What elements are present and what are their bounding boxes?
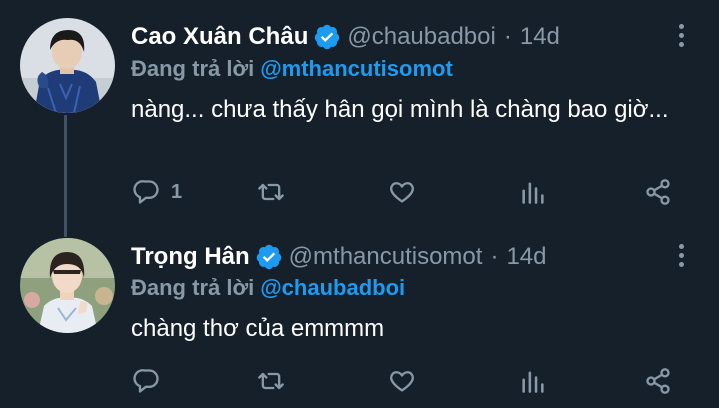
- retweet-icon: [258, 183, 284, 201]
- analytics-icon: [522, 182, 544, 204]
- reply-button[interactable]: [133, 365, 171, 397]
- like-button[interactable]: [388, 365, 416, 397]
- reply-count: 1: [171, 180, 183, 203]
- reply-thread: Cao Xuân Châu @chaubadboi · 14d Đang trả…: [0, 0, 719, 408]
- separator-dot: ·: [503, 23, 512, 50]
- tweet-actions: [131, 365, 691, 397]
- analytics-button[interactable]: [519, 365, 547, 397]
- more-icon[interactable]: [676, 24, 686, 50]
- replying-to-label: Đang trả lời: [131, 56, 255, 81]
- like-button[interactable]: [388, 176, 416, 208]
- share-button[interactable]: [644, 365, 672, 397]
- display-name[interactable]: Cao Xuân Châu: [131, 23, 308, 51]
- share-button[interactable]: [644, 176, 672, 208]
- like-icon: [390, 371, 414, 392]
- replying-to: Đang trả lời @mthancutisomot: [131, 56, 453, 84]
- analytics-icon: [522, 371, 544, 393]
- verified-badge-icon: [255, 243, 283, 271]
- tweet-header: Cao Xuân Châu @chaubadboi · 14d: [131, 22, 560, 52]
- like-icon: [390, 182, 414, 203]
- tweet-text: chàng thơ của emmmm: [131, 315, 385, 342]
- avatar[interactable]: [20, 18, 115, 113]
- separator-dot: ·: [490, 243, 499, 270]
- share-icon: [646, 179, 670, 205]
- tweet-text: nàng... chưa thấy hân gọi mình là chàng …: [131, 96, 669, 123]
- replying-to-label: Đang trả lời: [131, 275, 255, 300]
- user-handle[interactable]: @chaubadboi: [347, 23, 495, 51]
- retweet-button[interactable]: [257, 365, 285, 397]
- reply-icon: [133, 180, 159, 204]
- reply-button[interactable]: 1: [133, 176, 182, 208]
- tweet[interactable]: Cao Xuân Châu @chaubadboi · 14d Đang trả…: [0, 0, 719, 225]
- retweet-button[interactable]: [257, 176, 285, 208]
- replying-to: Đang trả lời @chaubadboi: [131, 275, 405, 303]
- verified-badge-icon: [313, 23, 341, 51]
- reply-icon: [133, 369, 159, 393]
- avatar[interactable]: [20, 238, 115, 333]
- tweet-actions: 1: [131, 176, 691, 208]
- share-icon: [646, 368, 670, 394]
- tweet-header: Trọng Hân @mthancutisomot · 14d: [131, 242, 547, 272]
- display-name[interactable]: Trọng Hân: [131, 243, 250, 271]
- retweet-icon: [258, 372, 284, 390]
- user-handle[interactable]: @mthancutisomot: [289, 243, 483, 271]
- timestamp[interactable]: 14d: [520, 23, 560, 51]
- more-icon[interactable]: [676, 244, 686, 270]
- reply-mention-link[interactable]: @mthancutisomot: [260, 56, 453, 81]
- timestamp[interactable]: 14d: [506, 243, 546, 271]
- tweet[interactable]: Trọng Hân @mthancutisomot · 14d Đang trả…: [0, 225, 719, 408]
- analytics-button[interactable]: [519, 176, 547, 208]
- reply-mention-link[interactable]: @chaubadboi: [260, 275, 405, 300]
